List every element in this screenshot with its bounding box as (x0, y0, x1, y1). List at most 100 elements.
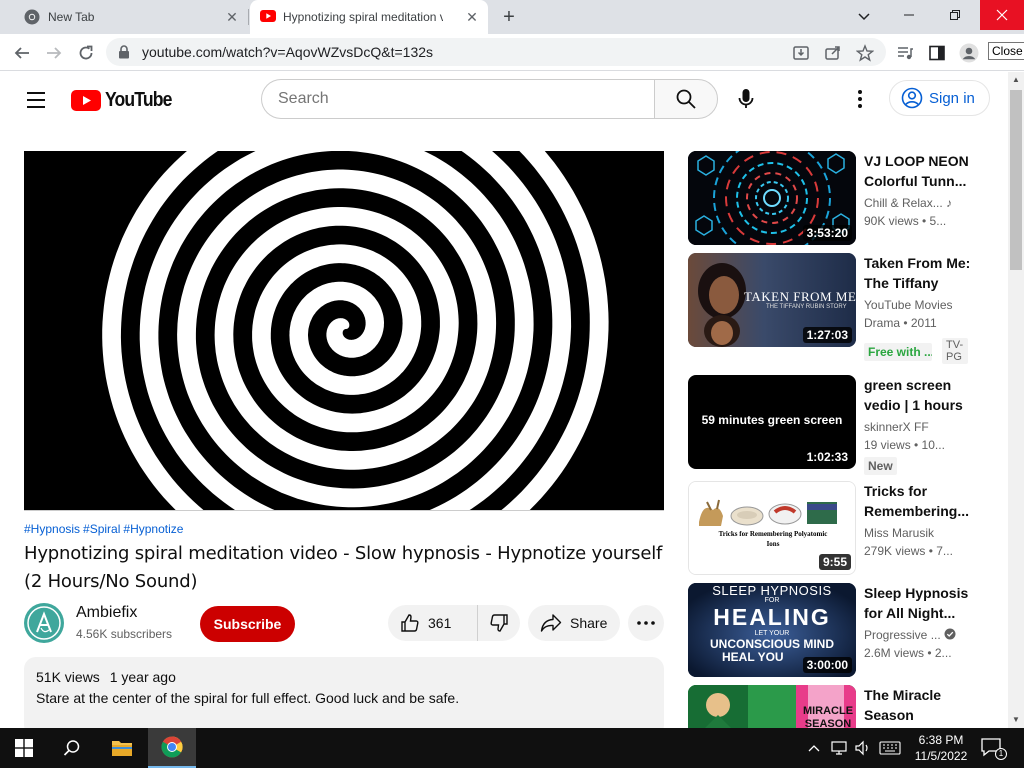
lock-icon[interactable] (118, 45, 130, 64)
video-duration: 1:02:33 (802, 449, 852, 465)
thumbnail-text: Tricks for Remembering Polyatomic Ions (718, 530, 828, 548)
sign-in-button[interactable]: Sign in (889, 80, 990, 116)
scroll-down-arrow-icon[interactable]: ▼ (1008, 712, 1024, 728)
search-box[interactable] (261, 79, 655, 119)
video-thumbnail[interactable]: SLEEP HYPNOSIS FOR HEALING LET YOUR UNCO… (688, 583, 856, 677)
new-tab-button[interactable]: + (498, 6, 520, 28)
video-title: Taken From Me: The Tiffany Rubi... (864, 253, 984, 293)
video-thumbnail[interactable]: TAKEN FROM ME THE TIFFANY RUBIN STORY 1:… (688, 253, 856, 347)
page-scrollbar[interactable]: ▲ ▼ (1008, 72, 1024, 728)
forward-button[interactable] (41, 40, 67, 66)
settings-more-icon[interactable] (847, 86, 873, 112)
tab-strip: New Tab ✕ Hypnotizing spiral meditation … (0, 0, 1024, 34)
video-title: Hypnotizing spiral meditation video - Sl… (24, 543, 663, 592)
title-line: Colorful Tunn... (864, 173, 967, 189)
hashtag-link[interactable]: #Hypnotize (123, 522, 183, 536)
video-thumbnail[interactable]: Tricks for Remembering Polyatomic Ions 9… (688, 481, 856, 575)
bookmark-star-icon[interactable] (855, 44, 875, 62)
description-box[interactable]: 51K views 1 year ago Stare at the center… (24, 657, 664, 737)
search-icon (63, 740, 80, 756)
channel-name[interactable]: Ambiefix (76, 604, 137, 622)
file-explorer-button[interactable] (98, 728, 146, 768)
channel-avatar[interactable] (24, 603, 64, 643)
tab-close-icon[interactable]: ✕ (224, 9, 240, 25)
player-progress-bar[interactable] (24, 510, 664, 511)
side-panel-icon[interactable] (926, 42, 948, 64)
upload-age: 1 year ago (109, 669, 176, 685)
dislike-button[interactable] (478, 605, 520, 641)
video-thumbnail[interactable]: 59 minutes green screen 1:02:33 (688, 375, 856, 469)
video-meta: 19 views • 10... (864, 438, 945, 452)
account-circle-icon (901, 87, 923, 109)
like-button[interactable]: 361 (388, 605, 478, 641)
title-line: VJ LOOP NEON (864, 153, 969, 169)
search-input[interactable] (278, 89, 638, 109)
close-window-button[interactable] (980, 0, 1024, 30)
scrollbar-thumb[interactable] (1010, 90, 1022, 270)
rating-badge: TV-PG (942, 338, 968, 364)
volume-icon[interactable] (853, 738, 873, 758)
recommended-video[interactable]: Tricks for Remembering Polyatomic Ions 9… (688, 481, 998, 575)
sign-in-label: Sign in (929, 89, 975, 107)
minimize-button[interactable] (886, 0, 932, 30)
start-button[interactable] (0, 728, 48, 768)
back-button[interactable] (9, 40, 35, 66)
share-page-icon[interactable] (824, 44, 842, 62)
voice-search-button[interactable] (729, 82, 763, 116)
search-button[interactable] (654, 79, 718, 119)
recommended-video[interactable]: 59 minutes green screen 1:02:33 green sc… (688, 375, 998, 475)
tab-separator (248, 9, 249, 25)
spiral-video-frame (24, 151, 664, 511)
video-title: Tricks for Remembering... (864, 481, 984, 521)
video-player[interactable] (24, 151, 664, 511)
free-badge: Free with ... (864, 343, 932, 361)
recommended-video[interactable]: 3:53:20 VJ LOOP NEON Colorful Tunn... Chi… (688, 151, 998, 245)
system-clock[interactable]: 6:38 PM 11/5/2022 (910, 732, 972, 764)
more-actions-button[interactable] (628, 605, 664, 641)
channel-name[interactable]: skinnerX FF (864, 420, 984, 434)
share-button[interactable]: Share (528, 605, 620, 641)
recommended-video[interactable]: TAKEN FROM ME THE TIFFANY RUBIN STORY 1:… (688, 253, 998, 364)
thumbnail-text-block: SLEEP HYPNOSIS FOR HEALING LET YOUR UNCO… (688, 584, 856, 664)
profile-avatar-icon[interactable] (958, 42, 980, 64)
address-bar[interactable]: youtube.com/watch?v=AqovWZvsDcQ&t=132s (106, 38, 886, 66)
video-duration: 3:53:20 (802, 225, 852, 241)
tab-youtube-video[interactable]: Hypnotizing spiral meditation vid ✕ (250, 0, 488, 34)
youtube-logo[interactable]: YouTube (71, 88, 181, 112)
hashtag-link[interactable]: #Hypnosis (24, 522, 80, 536)
channel-name[interactable]: Miss Marusik (864, 526, 984, 540)
channel-name[interactable]: Chill & Relax... ♪ (864, 196, 984, 210)
youtube-icon (260, 10, 276, 25)
keyboard-icon[interactable] (878, 738, 902, 758)
thumbnail-subtext: THE TIFFANY RUBIN STORY (766, 304, 847, 310)
clock-date: 11/5/2022 (914, 749, 968, 763)
network-icon[interactable] (830, 738, 850, 758)
channel-name[interactable]: YouTube Movies (864, 298, 984, 312)
title-line: The Tiffany Rubi... (864, 275, 939, 291)
taskbar-search-button[interactable] (48, 728, 96, 768)
description-meta: 51K views 1 year ago (36, 669, 652, 685)
thumbs-down-icon (490, 614, 508, 632)
install-app-icon[interactable] (792, 44, 810, 62)
restore-button[interactable] (932, 0, 978, 30)
subscribe-button[interactable]: Subscribe (200, 606, 295, 642)
media-controls-icon[interactable] (894, 42, 916, 64)
subscriber-count: 4.56K subscribers (76, 627, 173, 641)
recommended-video[interactable]: SLEEP HYPNOSIS FOR HEALING LET YOUR UNCO… (688, 583, 998, 677)
hashtag-link[interactable]: #Spiral (83, 522, 120, 536)
hamburger-menu-icon[interactable] (24, 89, 48, 111)
thumbs-up-icon (401, 614, 419, 632)
video-title: green screen vedio | 1 hours (864, 375, 984, 415)
reload-button[interactable] (73, 40, 99, 66)
taskbar-chrome-button[interactable] (148, 728, 196, 768)
tab-new-tab[interactable]: New Tab ✕ (8, 0, 248, 34)
channel-name[interactable]: Progressive ... (864, 628, 984, 642)
scroll-up-arrow-icon[interactable]: ▲ (1008, 72, 1024, 88)
title-line: Tricks for (864, 483, 928, 499)
tab-search-chevron-icon[interactable] (853, 6, 875, 26)
description-text: Stare at the center of the spiral for fu… (36, 690, 460, 706)
video-thumbnail[interactable]: 3:53:20 (688, 151, 856, 245)
folder-icon (112, 741, 132, 756)
tab-close-icon[interactable]: ✕ (464, 9, 480, 25)
tray-chevron-up-icon[interactable] (806, 738, 822, 758)
